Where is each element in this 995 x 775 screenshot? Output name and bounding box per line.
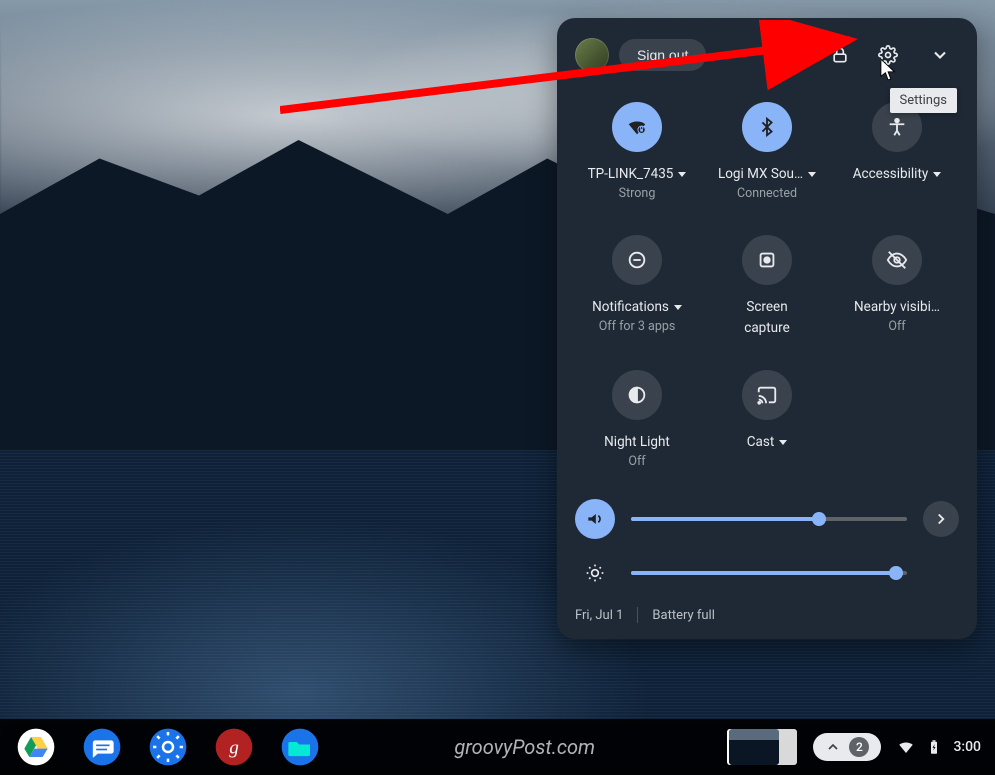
tile-nightlight-label: Night Light xyxy=(604,434,670,450)
notification-count-badge: 2 xyxy=(849,737,869,757)
shelf: g groovyPost.com 2 3:00 xyxy=(0,719,995,775)
visibility-off-icon[interactable] xyxy=(872,235,922,285)
tile-nightlight-sub: Off xyxy=(628,454,645,469)
app-files-icon[interactable] xyxy=(278,725,322,769)
chevron-down-icon[interactable] xyxy=(921,36,959,74)
brightness-slider-row xyxy=(575,553,959,593)
battery-status-icon xyxy=(925,738,943,756)
screen-capture-icon[interactable] xyxy=(742,235,792,285)
tile-screen-label: Screen capture xyxy=(744,299,789,336)
clock: 3:00 xyxy=(953,739,981,755)
notification-pill[interactable]: 2 xyxy=(813,733,881,761)
volume-icon[interactable] xyxy=(575,499,615,539)
tile-wifi-label: TP-LINK_7435 xyxy=(588,166,687,182)
brightness-slider[interactable] xyxy=(631,571,907,575)
do-not-disturb-icon[interactable] xyxy=(612,235,662,285)
app-settings-icon[interactable] xyxy=(146,725,190,769)
tile-accessibility[interactable]: Accessibility xyxy=(835,102,959,201)
watermark: groovyPost.com xyxy=(454,735,595,759)
app-drive-icon[interactable] xyxy=(14,725,58,769)
chevron-up-icon xyxy=(825,739,841,755)
audio-settings-button[interactable] xyxy=(923,501,959,537)
tile-wifi-sub: Strong xyxy=(619,186,656,201)
app-messages-icon[interactable] xyxy=(80,725,124,769)
date-label: Fri, Jul 1 xyxy=(575,608,623,623)
tile-cast-label: Cast xyxy=(747,434,788,450)
status-tray[interactable]: 3:00 xyxy=(897,738,981,756)
tile-bluetooth-label: Logi MX Sou… xyxy=(718,166,816,182)
panel-footer: Fri, Jul 1 Battery full xyxy=(575,607,959,623)
tile-nearby-label: Nearby visibi… xyxy=(854,299,940,315)
sign-out-button[interactable]: Sign out xyxy=(619,39,706,71)
tile-notif-sub: Off for 3 apps xyxy=(599,319,676,334)
tile-a11y-label: Accessibility xyxy=(853,166,942,182)
caret-down-icon xyxy=(779,440,787,445)
battery-label: Battery full xyxy=(652,608,714,623)
night-light-icon[interactable] xyxy=(612,370,662,420)
tile-wifi[interactable]: TP-LINK_7435 Strong xyxy=(575,102,699,201)
tile-bluetooth-sub: Connected xyxy=(737,186,797,201)
power-icon[interactable] xyxy=(773,36,811,74)
shelf-status-area[interactable]: 2 3:00 xyxy=(727,729,981,765)
tile-bluetooth[interactable]: Logi MX Sou… Connected xyxy=(705,102,829,201)
brightness-icon[interactable] xyxy=(575,553,615,593)
gear-icon[interactable] xyxy=(869,36,907,74)
caret-down-icon xyxy=(674,305,682,310)
tile-notifications[interactable]: Notifications Off for 3 apps xyxy=(575,235,699,336)
cast-icon[interactable] xyxy=(742,370,792,420)
tile-screen-capture[interactable]: Screen capture xyxy=(705,235,829,336)
wifi-status-icon xyxy=(897,738,915,756)
tile-notif-label: Notifications xyxy=(592,299,682,315)
panel-header: Sign out xyxy=(575,36,959,74)
svg-text:g: g xyxy=(229,738,239,759)
app-groovypost-icon[interactable]: g xyxy=(212,725,256,769)
bluetooth-icon[interactable] xyxy=(742,102,792,152)
separator xyxy=(637,607,638,623)
tile-nearby-sub: Off xyxy=(888,319,905,334)
tile-night-light[interactable]: Night Light Off xyxy=(575,370,699,469)
caret-down-icon xyxy=(933,172,941,177)
tile-nearby-visibility[interactable]: Nearby visibi… Off xyxy=(835,235,959,336)
volume-slider[interactable] xyxy=(631,517,907,521)
wifi-icon[interactable] xyxy=(612,102,662,152)
quick-tiles-grid: TP-LINK_7435 Strong Logi MX Sou… Connect… xyxy=(575,102,959,469)
settings-tooltip: Settings xyxy=(890,88,957,113)
wallpaper-thumbnail[interactable] xyxy=(727,729,797,765)
caret-down-icon xyxy=(808,172,816,177)
volume-slider-row xyxy=(575,499,959,539)
caret-down-icon xyxy=(678,172,686,177)
lock-icon[interactable] xyxy=(821,36,859,74)
avatar[interactable] xyxy=(575,38,609,72)
tile-cast[interactable]: Cast xyxy=(705,370,829,469)
